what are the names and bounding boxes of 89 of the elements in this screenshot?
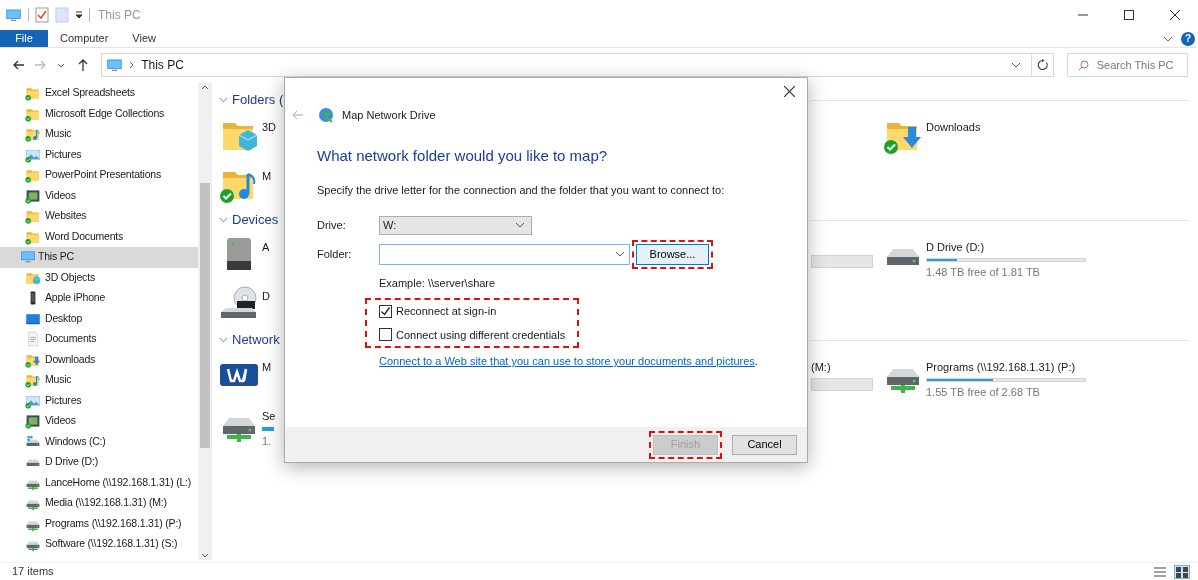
checkbox[interactable]: Connect using different credentials (379, 326, 567, 343)
maximize-icon[interactable] (1124, 10, 1134, 20)
address-bar[interactable]: This PC (101, 53, 1033, 77)
drive-space-text: 1.55 TB free of 2.68 TB (926, 384, 1041, 400)
dialog-button[interactable]: Cancel (732, 434, 797, 455)
field-label: Folder: (317, 246, 353, 262)
chevron-icon[interactable] (219, 217, 228, 223)
dropdown-icon[interactable] (1011, 62, 1022, 68)
view-button[interactable] (1174, 564, 1190, 579)
web-site-link[interactable]: Connect to a Web site that you can use to store your documents and pictures (379, 355, 755, 367)
network-globe-icon (318, 107, 334, 124)
ribbon-tab[interactable]: File (0, 30, 48, 47)
item-label: D (262, 289, 270, 304)
item-label: Downloads (926, 120, 981, 135)
sidebar-item[interactable]: PowerPoint Presentations (0, 165, 198, 186)
chevron-icon (515, 222, 525, 228)
search-field[interactable]: Search This PC (1066, 53, 1189, 77)
sidebar-item[interactable]: Websites (0, 206, 198, 227)
chevron-icon[interactable] (1163, 35, 1173, 42)
item-label: (M:) (811, 360, 832, 375)
search-icon (1077, 59, 1089, 71)
item-label: M (262, 169, 272, 184)
group-header[interactable]: Devices (232, 210, 279, 230)
address-text: This PC (141, 57, 184, 74)
properties-icon[interactable] (35, 7, 49, 23)
sidebar-item[interactable]: Pictures (0, 390, 198, 411)
refresh-button[interactable] (1032, 53, 1054, 77)
field-label: Drive: (317, 217, 347, 233)
sidebar-item[interactable]: Excel Spreadsheets (0, 83, 198, 104)
sidebar-item[interactable]: D Drive (D:) (0, 452, 198, 473)
sidebar-item[interactable]: This PC (0, 247, 198, 268)
sidebar-item[interactable]: Videos (0, 411, 198, 432)
window-title: This PC (98, 7, 141, 24)
drive-dropdown[interactable]: W: (379, 215, 532, 235)
details-view-icon (1153, 565, 1167, 578)
item-count: 17 items (12, 564, 54, 580)
sidebar-item[interactable]: Music (0, 124, 198, 145)
link-sentence: Connect to a Web site that you can use to store your documents and pictures. (379, 354, 759, 369)
scroll-thumb[interactable] (200, 183, 210, 448)
chevron-icon[interactable] (129, 61, 136, 69)
dialog-title: Map Network Drive (342, 108, 436, 123)
ribbon-tab[interactable]: View (120, 30, 168, 47)
chevron-icon (615, 251, 625, 257)
item-label: A (262, 240, 270, 255)
close-icon (784, 86, 795, 97)
dialog-heading: What network folder would you like to map? (317, 145, 609, 166)
usage-bar (811, 255, 873, 268)
ribbon-tab[interactable]: Computer (48, 30, 121, 47)
usage-bar (262, 426, 274, 431)
item-label: M (262, 360, 272, 375)
chevron-icon[interactable] (219, 337, 228, 343)
item-label: 3D (262, 120, 277, 135)
sidebar-item[interactable]: Documents (0, 329, 198, 350)
sidebar-item[interactable]: Music (0, 370, 198, 391)
refresh-icon (1036, 59, 1049, 71)
scrollbar[interactable] (198, 83, 212, 560)
back-icon[interactable] (11, 58, 26, 72)
sidebar-item[interactable]: 3D Objects (0, 267, 198, 288)
sidebar-item[interactable]: Apple iPhone (0, 288, 198, 309)
item-label: Programs (\\192.168.1.31) (P:) (926, 360, 1077, 375)
chevron-icon[interactable] (219, 97, 228, 103)
group-header[interactable]: Folders ( (232, 90, 284, 110)
sidebar-item[interactable]: Software (\\192.168.1.31) (S:) (0, 534, 198, 555)
sidebar-item[interactable]: Microsoft Edge Collections (0, 103, 198, 124)
sidebar-item[interactable]: Pictures (0, 144, 198, 165)
example-text: Example: \\server\share (379, 275, 497, 291)
sidebar-item[interactable]: Windows (C:) (0, 431, 198, 452)
search-placeholder: Search This PC (1096, 57, 1174, 73)
dropdown-icon[interactable] (75, 11, 83, 19)
group-header[interactable]: Network (232, 330, 280, 350)
browse-button[interactable]: Browse... (636, 243, 709, 265)
drive-space-text: 1.48 TB free of 1.81 TB (926, 264, 1041, 280)
item-label: D Drive (D:) (926, 240, 986, 255)
sidebar-item[interactable]: Desktop (0, 308, 198, 329)
tiles-view-icon (1175, 565, 1189, 578)
sidebar-item[interactable]: Media (\\192.168.1.31) (M:) (0, 493, 198, 514)
sidebar-item[interactable]: Programs (\\192.168.1.31) (P:) (0, 513, 198, 534)
item-label: Se (262, 409, 276, 424)
sidebar-item[interactable]: Word Documents (0, 226, 198, 247)
sidebar-item[interactable]: LanceHome (\\192.168.1.31) (L:) (0, 472, 198, 493)
close-icon[interactable] (1170, 10, 1180, 20)
usage-bar (811, 377, 873, 391)
sidebar-item[interactable]: Downloads (0, 349, 198, 370)
help-icon[interactable]: ? (1181, 31, 1195, 46)
sidebar-item[interactable]: Videos (0, 185, 198, 206)
drive-space-text: 1. (262, 433, 273, 449)
checkbox[interactable]: Reconnect at sign-in (379, 303, 567, 320)
instruction-text: Specify the drive letter for the connection and the folder that you want to connect to: (317, 183, 726, 198)
checkmark-icon (380, 305, 391, 317)
